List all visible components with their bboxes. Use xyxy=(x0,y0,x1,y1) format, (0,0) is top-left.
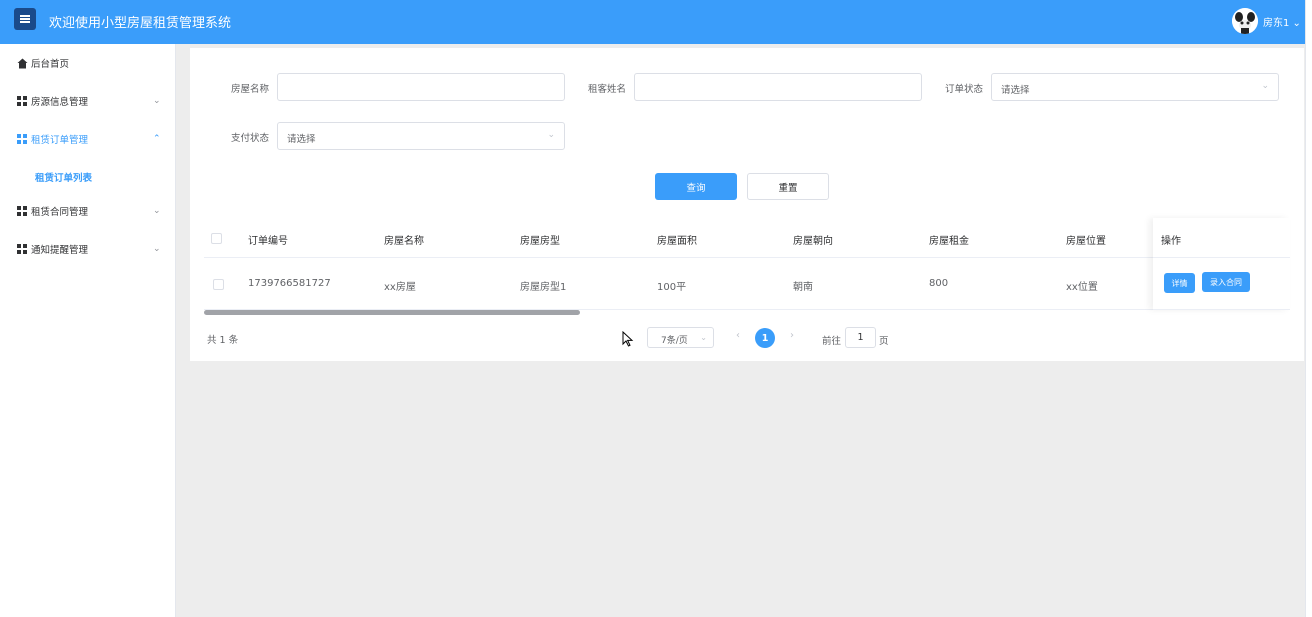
goto-page-input[interactable]: 1 xyxy=(845,327,876,348)
detail-button[interactable]: 详情 xyxy=(1164,273,1195,293)
sidebar-item-label: 后台首页 xyxy=(31,59,70,70)
cell-order-number: 1739766581727 xyxy=(248,278,331,289)
chevron-down-icon: ⌄ xyxy=(700,333,707,342)
goto-unit-label: 页 xyxy=(879,336,889,347)
sidebar-subitem-order-list[interactable]: 租赁订单列表 xyxy=(35,170,92,184)
house-name-input[interactable] xyxy=(277,73,565,101)
next-page-icon[interactable]: › xyxy=(790,330,794,341)
sidebar-item-home[interactable]: 后台首页 xyxy=(0,53,176,73)
chevron-down-icon: ⌄ xyxy=(547,130,555,140)
grid-icon xyxy=(17,96,27,106)
page-size-value: 7条/页 xyxy=(661,336,688,346)
user-menu[interactable]: 房东1 ⌄ xyxy=(1263,14,1301,29)
order-status-placeholder: 请选择 xyxy=(1001,85,1030,96)
column-header: 房屋面积 xyxy=(657,236,697,247)
page-number-current[interactable]: 1 xyxy=(755,328,775,348)
menu-toggle-icon[interactable] xyxy=(14,8,36,30)
user-name-label: 房东1 xyxy=(1263,18,1290,29)
cell-rent: 800 xyxy=(929,278,949,289)
column-header: 房屋位置 xyxy=(1066,236,1106,247)
column-header: 房屋租金 xyxy=(929,236,969,247)
tenant-name-input[interactable] xyxy=(634,73,922,101)
cell-house-area: 100平 xyxy=(657,282,687,293)
column-header: 房屋房型 xyxy=(520,236,560,247)
mouse-cursor-icon xyxy=(622,330,634,347)
chevron-up-icon: ⌃ xyxy=(153,134,161,144)
pay-status-label: 支付状态 xyxy=(231,133,270,144)
top-header: 欢迎使用小型房屋租赁管理系统 房东1 ⌄ xyxy=(0,0,1312,44)
select-all-checkbox[interactable] xyxy=(211,233,222,244)
sidebar-item-label: 房源信息管理 xyxy=(31,97,89,108)
window-right-edge xyxy=(1305,0,1312,617)
header-divider xyxy=(204,257,1290,258)
sidebar-item-label: 租赁订单管理 xyxy=(31,135,89,146)
sidebar: 后台首页 房源信息管理 ⌄ 租赁订单管理 ⌃ 租赁订单列表 租赁合同管理 ⌄ 通… xyxy=(0,44,176,617)
reset-button[interactable]: 重置 xyxy=(747,173,829,200)
pay-status-select[interactable]: 请选择 ⌄ xyxy=(277,122,565,150)
header-divider xyxy=(1153,257,1290,258)
order-status-label: 订单状态 xyxy=(945,84,984,95)
house-name-label: 房屋名称 xyxy=(231,84,270,95)
sidebar-item-rental-orders[interactable]: 租赁订单管理 ⌃ xyxy=(0,129,176,149)
grid-icon xyxy=(17,134,27,144)
grid-icon xyxy=(17,244,27,254)
chevron-down-icon: ⌄ xyxy=(153,206,161,216)
cell-house-name: xx房屋 xyxy=(384,282,416,293)
cell-orientation: 朝南 xyxy=(793,282,813,293)
prev-page-icon[interactable]: ‹ xyxy=(736,330,740,341)
column-header: 房屋名称 xyxy=(384,236,424,247)
sidebar-item-contracts[interactable]: 租赁合同管理 ⌄ xyxy=(0,201,176,221)
pagination-total: 共 1 条 xyxy=(207,335,239,346)
cell-location: xx位置 xyxy=(1066,282,1098,293)
column-header: 操作 xyxy=(1161,236,1181,247)
sidebar-item-notifications[interactable]: 通知提醒管理 ⌄ xyxy=(0,239,176,259)
tenant-name-label: 租客姓名 xyxy=(588,84,627,95)
chevron-down-icon: ⌄ xyxy=(153,96,161,106)
sidebar-item-label: 通知提醒管理 xyxy=(31,245,89,256)
goto-label: 前往 xyxy=(822,336,842,347)
sidebar-item-label: 租赁合同管理 xyxy=(31,207,89,218)
chevron-down-icon: ⌄ xyxy=(1261,81,1269,91)
chevron-down-icon: ⌄ xyxy=(153,244,161,254)
sidebar-item-house-info[interactable]: 房源信息管理 ⌄ xyxy=(0,91,176,111)
column-header: 房屋朝向 xyxy=(793,236,833,247)
main-panel: 房屋名称 租客姓名 订单状态 请选择 ⌄ 支付状态 请选择 ⌄ 查询 重置 订单… xyxy=(190,48,1304,361)
page-size-select[interactable]: 7条/页 ⌄ xyxy=(647,327,714,348)
query-button[interactable]: 查询 xyxy=(655,173,737,200)
order-status-select[interactable]: 请选择 ⌄ xyxy=(991,73,1279,101)
table-horizontal-scrollbar[interactable] xyxy=(204,310,580,315)
chevron-down-icon: ⌄ xyxy=(1289,18,1301,29)
app-title: 欢迎使用小型房屋租赁管理系统 xyxy=(49,16,232,31)
cell-house-type: 房屋房型1 xyxy=(520,282,567,293)
column-header: 订单编号 xyxy=(248,236,288,247)
operations-column: 操作 详情 录入合同 xyxy=(1153,218,1290,310)
grid-icon xyxy=(17,206,27,216)
enter-contract-button[interactable]: 录入合同 xyxy=(1202,272,1250,292)
home-icon xyxy=(17,58,28,69)
pay-status-placeholder: 请选择 xyxy=(287,134,316,145)
row-checkbox[interactable] xyxy=(213,279,224,290)
user-avatar[interactable] xyxy=(1232,8,1258,34)
